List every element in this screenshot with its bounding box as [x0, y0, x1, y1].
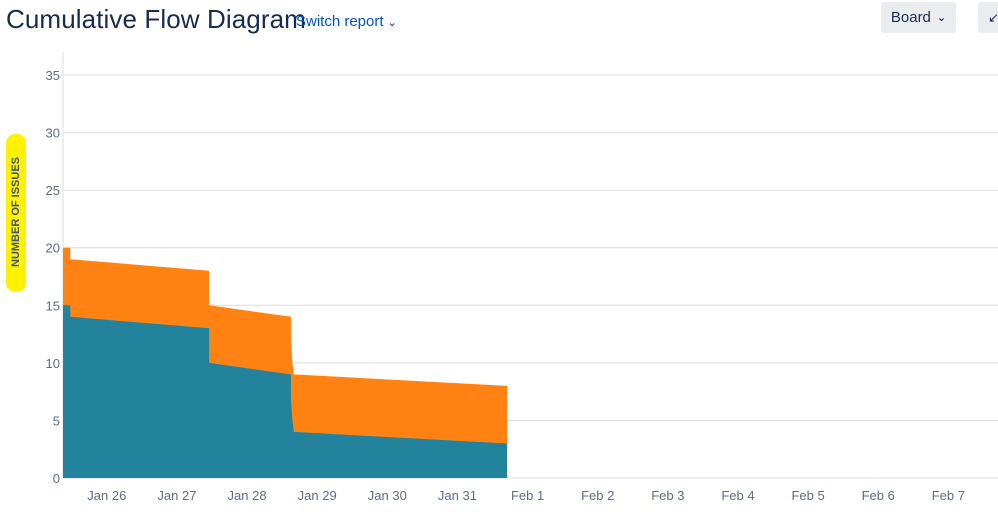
y-tick-label: 25: [46, 183, 60, 198]
page-title: Cumulative Flow Diagram: [6, 4, 306, 34]
x-tick-label: Jan 27: [157, 488, 196, 503]
switch-report-dropdown[interactable]: Switch report ⌄: [296, 13, 397, 30]
y-tick-label: 20: [46, 241, 60, 256]
x-tick-label: Feb 1: [511, 488, 544, 503]
x-tick-label: Feb 6: [862, 488, 895, 503]
x-tick-label: Feb 5: [791, 488, 824, 503]
x-tick-label: Jan 26: [87, 488, 126, 503]
x-tick-label: Jan 30: [368, 488, 407, 503]
y-tick-label: 5: [53, 413, 60, 428]
x-tick-label: Jan 31: [438, 488, 477, 503]
x-tick-label: Jan 29: [298, 488, 337, 503]
x-tick-label: Feb 7: [932, 488, 965, 503]
cumulative-flow-chart: 05101520253035 Jan 26 Jan 27 Jan 28 Jan 29 J…: [6, 52, 998, 503]
collapse-button[interactable]: ↙: [978, 2, 998, 33]
y-tick-label: 35: [46, 68, 60, 83]
y-axis: 0 5 10 15 20 25 30 35: [46, 68, 60, 486]
x-tick-label: Feb 2: [581, 488, 614, 503]
chevron-down-icon: ⌄: [387, 17, 397, 29]
board-label: Board: [890, 9, 931, 26]
y-axis-label: NUMBER OF ISSUES: [10, 157, 22, 267]
x-tick-label: Jan 28: [228, 488, 267, 503]
chart-area: 0 5 10 15 20 25 30 35 Jan 26 Jan 27 Jan 28 Jan 29 J…: [0, 52, 998, 509]
y-tick-label: 10: [46, 356, 60, 371]
y-tick-label: 15: [46, 298, 60, 313]
board-dropdown-button[interactable]: Board ⌄: [881, 2, 956, 33]
y-tick-label: 0: [53, 471, 60, 486]
x-tick-label: Feb 3: [651, 488, 684, 503]
collapse-arrow-icon: ↙: [988, 9, 998, 25]
x-tick-label: Feb 4: [721, 488, 754, 503]
y-axis-label-group: NUMBER OF ISSUES: [6, 134, 26, 292]
chevron-down-icon: ⌄: [936, 12, 947, 24]
y-tick-label: 30: [46, 126, 60, 141]
x-axis: Jan 26 Jan 27 Jan 28 Jan 29 Jan 30 Jan 31 Feb …: [87, 488, 965, 503]
report-header: Cumulative Flow Diagram Switch report ⌄ B…: [0, 0, 998, 52]
switch-report-label: Switch report: [296, 13, 384, 30]
